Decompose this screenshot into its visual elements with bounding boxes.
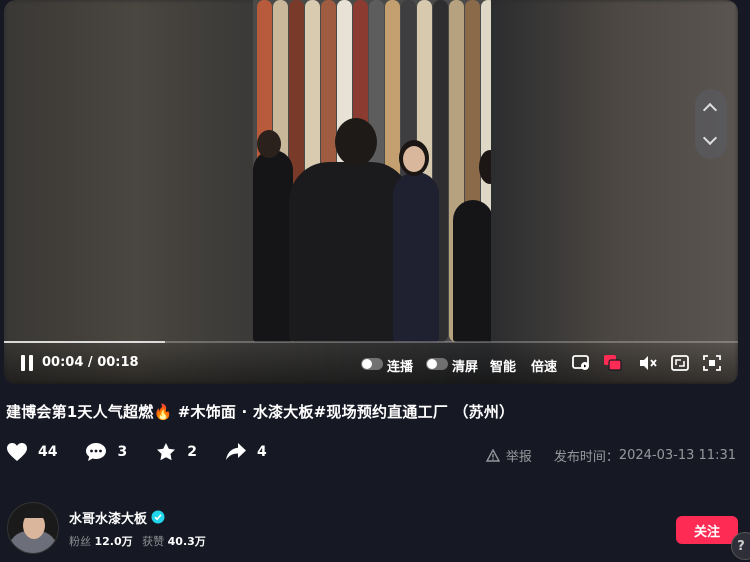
avatar[interactable]	[7, 502, 59, 554]
person-woman	[393, 172, 439, 342]
autoplay-toggle[interactable]	[361, 358, 383, 370]
speed-button[interactable]: 倍速	[531, 356, 557, 375]
publish-time: 2024-03-13 11:31	[618, 448, 736, 463]
web-fullscreen-icon[interactable]	[670, 354, 690, 372]
avatar-hair	[23, 510, 45, 518]
video-player[interactable]: 00:04 / 00:18 连播 清屏 智能 倍速	[4, 0, 738, 384]
video-frame[interactable]	[253, 0, 491, 342]
person-left-head	[257, 130, 281, 158]
warning-icon	[485, 449, 500, 462]
author-stats: 粉丝 12.0万 获赞 40.3万	[69, 533, 206, 549]
autoplay-label[interactable]: 连播	[387, 356, 413, 375]
share-icon	[225, 443, 246, 460]
picture-in-picture-icon[interactable]	[571, 354, 591, 372]
total-likes-count: 40.3万	[167, 534, 206, 548]
fullscreen-icon[interactable]	[702, 354, 722, 372]
comment-icon	[86, 443, 107, 461]
current-time: 00:04	[42, 355, 84, 370]
progress-fill	[4, 341, 166, 343]
comment-button[interactable]: 3	[85, 442, 127, 462]
help-icon[interactable]: ?	[731, 532, 750, 560]
smart-button[interactable]: 智能	[490, 356, 516, 375]
author-name[interactable]: 水哥水漆大板	[69, 508, 147, 527]
fans-count: 12.0万	[94, 534, 133, 548]
author-card: 水哥水漆大板 粉丝 12.0万 获赞 40.3万	[7, 502, 206, 554]
person-left	[253, 150, 293, 342]
mute-icon[interactable]	[638, 354, 658, 372]
clear-screen-toggle[interactable]	[426, 358, 448, 370]
duration: 00:18	[97, 355, 139, 370]
author-name-row: 水哥水漆大板	[69, 508, 206, 527]
share-button[interactable]: 4	[225, 442, 267, 462]
video-meta: 举报 发布时间： 2024-03-13 11:31	[485, 446, 736, 465]
star-icon	[157, 443, 176, 461]
heart-icon	[7, 443, 27, 461]
person-right	[453, 200, 491, 342]
chevron-down-icon[interactable]	[702, 130, 718, 146]
fans-label: 粉丝	[69, 534, 91, 548]
share-count: 4	[256, 444, 267, 460]
likes-label: 获赞	[142, 534, 165, 548]
danmaku-icon[interactable]	[603, 354, 623, 372]
video-title: 建博会第1天人气超燃🔥 #木饰面 · 水漆大板#现场预约直通工厂 （苏州）	[6, 403, 515, 421]
verified-icon	[151, 510, 165, 524]
action-bar: 44 3 2 4	[6, 442, 295, 462]
clear-screen-label[interactable]: 清屏	[452, 356, 478, 375]
video-nav-pill	[695, 89, 727, 159]
like-button[interactable]: 44	[6, 442, 57, 462]
publish-label: 发布时间：	[553, 450, 619, 465]
chevron-up-icon[interactable]	[702, 102, 718, 118]
favorite-count: 2	[187, 444, 197, 460]
playback-time: 00:04 / 00:18	[42, 355, 139, 370]
person-center-head	[335, 118, 377, 166]
like-count: 44	[38, 444, 58, 460]
person-woman-face	[403, 146, 425, 172]
report-button[interactable]: 举报	[506, 446, 532, 465]
pause-icon[interactable]	[20, 355, 34, 371]
comment-count: 3	[117, 444, 128, 460]
progress-bar[interactable]	[4, 341, 738, 343]
follow-button[interactable]: 关注	[676, 516, 738, 544]
favorite-button[interactable]: 2	[155, 442, 197, 462]
